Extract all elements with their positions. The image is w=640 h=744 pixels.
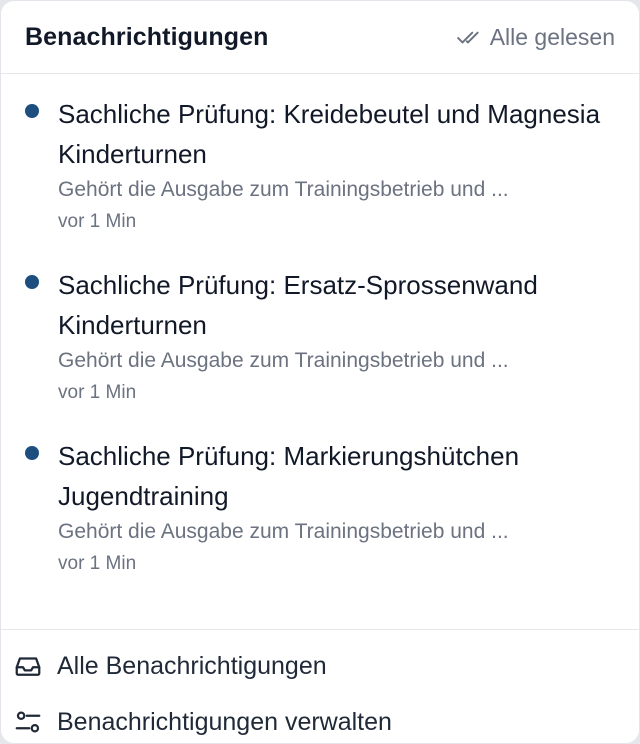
notification-item[interactable]: Sachliche Prüfung: Ersatz-Sprossenwand K… bbox=[1, 265, 639, 444]
notification-description: Gehört die Ausgabe zum Trainingsbetrieb … bbox=[58, 178, 509, 201]
notification-list: Sachliche Prüfung: Kreidebeutel und Magn… bbox=[1, 74, 639, 630]
sliders-icon bbox=[15, 711, 41, 733]
notification-title: Sachliche Prüfung: Markierungshütchen Ju… bbox=[58, 441, 520, 511]
notification-item[interactable]: Sachliche Prüfung: Kreidebeutel und Magn… bbox=[1, 94, 639, 273]
panel-title: Benachrichtigungen bbox=[25, 22, 269, 51]
mark-all-read-button[interactable]: Alle gelesen bbox=[456, 24, 615, 51]
notification-time: vor 1 Min bbox=[58, 553, 137, 574]
notification-title: Sachliche Prüfung: Kreidebeutel und Magn… bbox=[58, 99, 601, 169]
panel-header: Benachrichtigungen Alle gelesen bbox=[1, 1, 639, 74]
unread-dot bbox=[25, 275, 39, 289]
mark-all-read-label: Alle gelesen bbox=[489, 23, 615, 50]
unread-dot bbox=[25, 446, 39, 460]
notification-time: vor 1 Min bbox=[58, 382, 137, 403]
inbox-icon bbox=[15, 657, 41, 676]
all-notifications-label: Alle Benachrichtigungen bbox=[57, 651, 327, 680]
double-check-icon bbox=[456, 31, 479, 44]
manage-notifications-label: Benachrichtigungen verwalten bbox=[57, 707, 392, 736]
unread-dot bbox=[25, 104, 39, 118]
panel-footer: Alle Benachrichtigungen Benachrichtigung… bbox=[1, 630, 639, 743]
notifications-panel: Benachrichtigungen Alle gelesen Sachlich… bbox=[0, 0, 640, 744]
notification-description: Gehört die Ausgabe zum Trainingsbetrieb … bbox=[58, 520, 509, 543]
all-notifications-link[interactable]: Alle Benachrichtigungen bbox=[1, 638, 639, 694]
notification-title: Sachliche Prüfung: Ersatz-Sprossenwand K… bbox=[58, 270, 538, 340]
notification-description: Gehört die Ausgabe zum Trainingsbetrieb … bbox=[58, 349, 509, 372]
notification-time: vor 1 Min bbox=[58, 211, 137, 232]
notification-item[interactable]: Sachliche Prüfung: Markierungshütchen Ju… bbox=[1, 436, 639, 615]
manage-notifications-link[interactable]: Benachrichtigungen verwalten bbox=[1, 694, 639, 743]
